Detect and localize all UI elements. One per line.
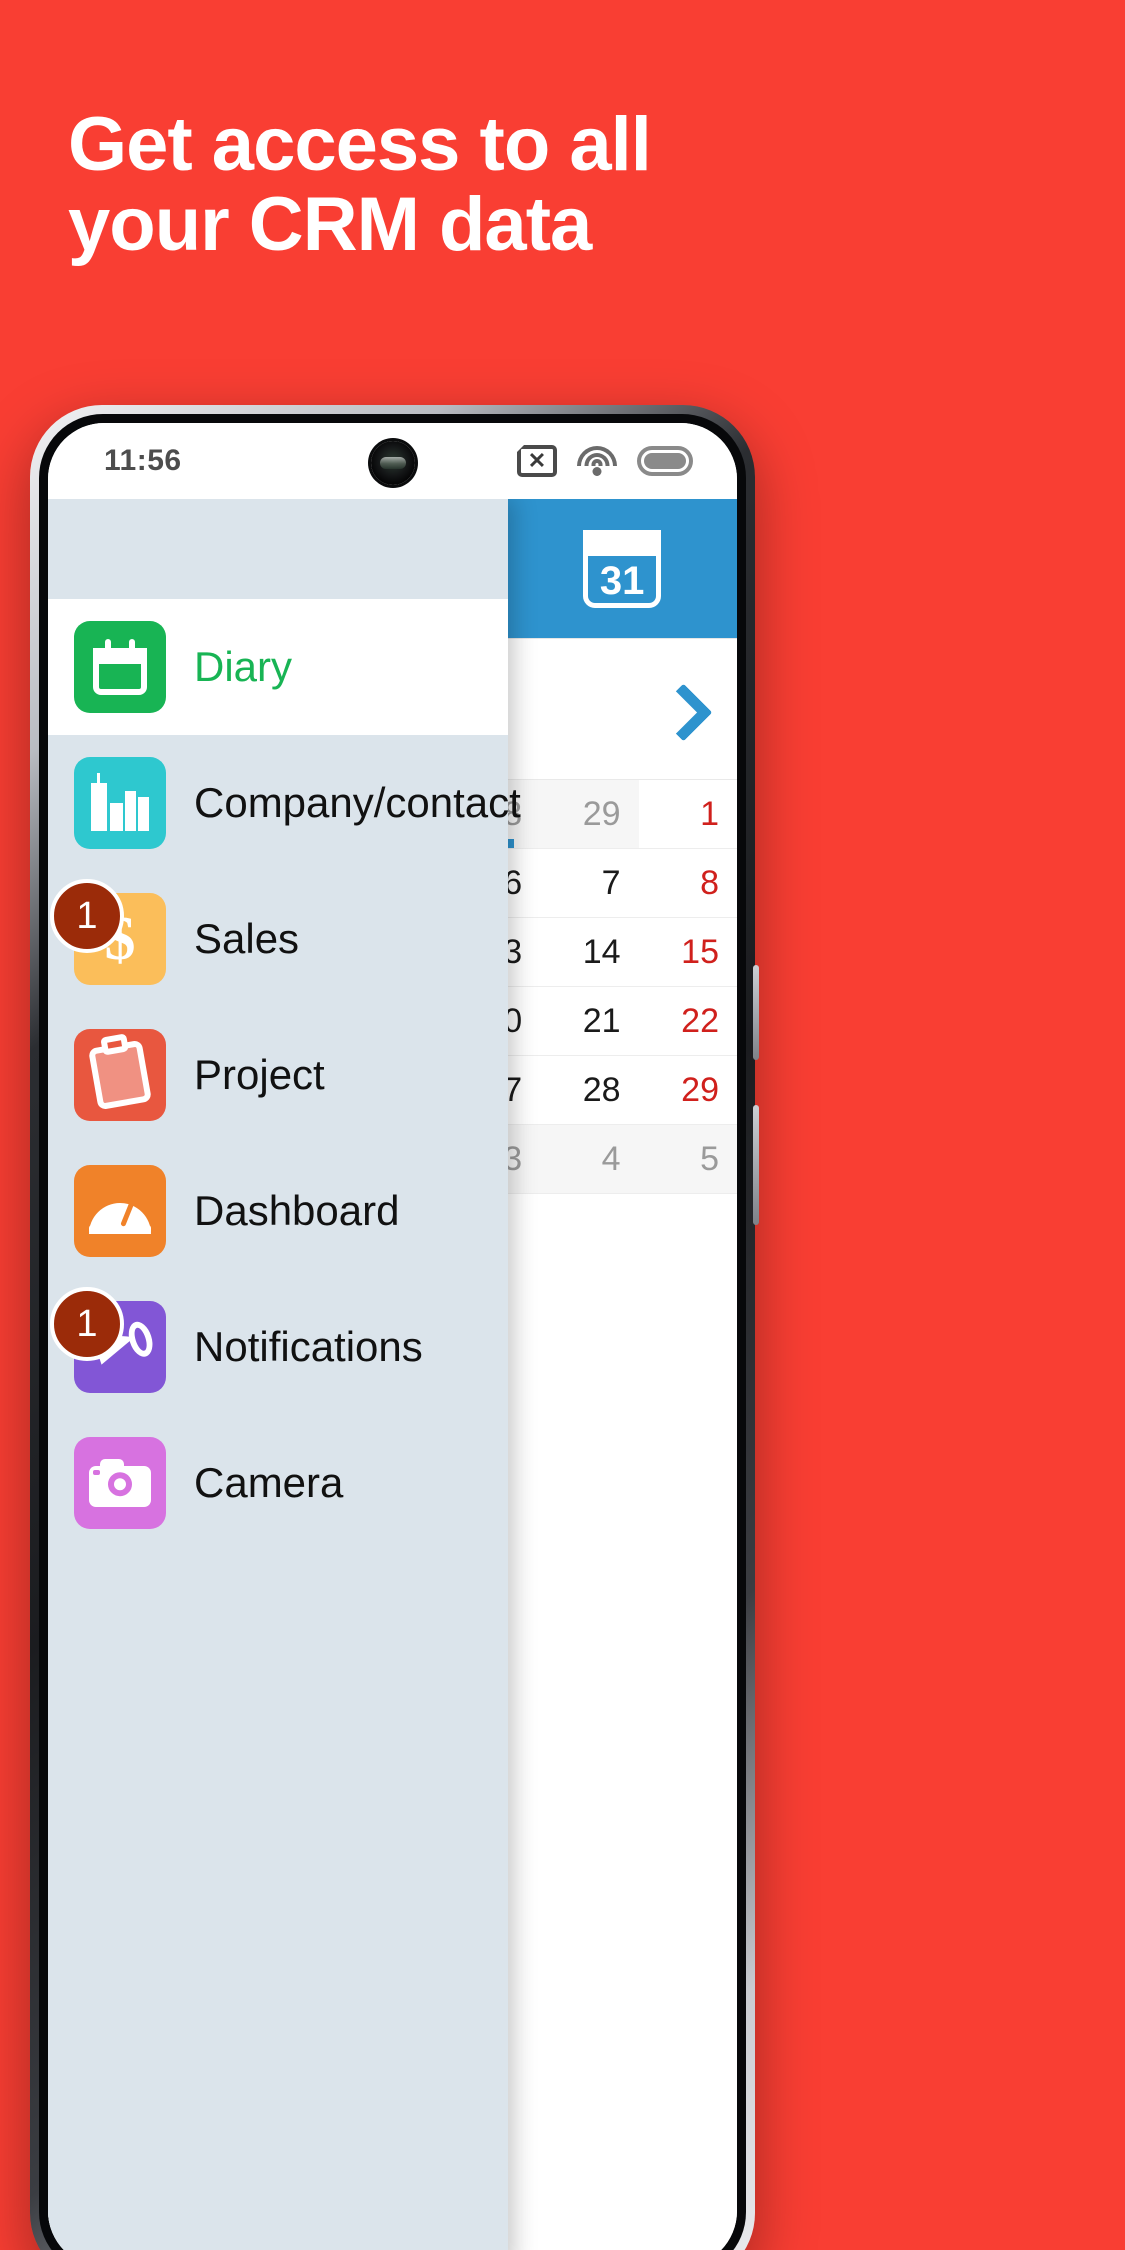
- status-time: 11:56: [104, 444, 182, 477]
- calendar-cell[interactable]: 29: [540, 780, 639, 849]
- clipboard-glyph-icon: [88, 1033, 152, 1111]
- power-button[interactable]: [753, 1105, 759, 1225]
- chevron-right-icon[interactable]: [657, 686, 703, 732]
- phone-bezel: 11:56 ✕ 31 29 1 6 7 8 14 15 21 22 28 29 …: [39, 414, 746, 2250]
- calendar-glyph-icon: [93, 639, 147, 695]
- speedometer-glyph-icon: [89, 1188, 151, 1234]
- front-camera-icon: [370, 441, 415, 485]
- calendar-cell[interactable]: 1: [638, 780, 737, 849]
- drawer-header-spacer: [48, 499, 508, 599]
- tab-month-label: 31: [599, 558, 645, 603]
- megaphone-icon: 1: [50, 1287, 166, 1393]
- drawer-item-label: Notifications: [194, 1323, 423, 1370]
- camera-icon: [74, 1437, 166, 1529]
- drawer-item-diary[interactable]: Diary: [48, 599, 508, 735]
- drawer-item-dashboard[interactable]: Dashboard: [48, 1143, 508, 1279]
- drawer-item-project[interactable]: Project: [48, 1007, 508, 1143]
- status-bar: 11:56 ✕: [48, 423, 737, 499]
- phone-screen: 11:56 ✕ 31 29 1 6 7 8 14 15 21 22 28 29 …: [48, 423, 737, 2250]
- promo-headline: Get access to all your CRM data: [68, 105, 968, 265]
- calendar-cell[interactable]: 8: [638, 849, 737, 918]
- calendar-cell[interactable]: 21: [540, 987, 639, 1056]
- calendar-cell[interactable]: 14: [540, 918, 639, 987]
- drawer-item-label: Company/contact: [194, 779, 521, 826]
- clipboard-icon: [74, 1029, 166, 1121]
- drawer-item-sales[interactable]: $1 Sales: [48, 871, 508, 1007]
- drawer-item-label: Sales: [194, 915, 300, 962]
- calendar-cell[interactable]: 22: [638, 987, 737, 1056]
- drawer-item-list: Diary Company/contact $1 Sales Project Dashbo…: [48, 599, 521, 1551]
- volume-button[interactable]: [753, 965, 759, 1060]
- calendar-cell[interactable]: 28: [540, 1056, 639, 1125]
- speedometer-icon: [74, 1165, 166, 1257]
- calendar-cell[interactable]: 7: [540, 849, 639, 918]
- buildings-icon: [74, 757, 166, 849]
- calendar-31-icon: 31: [583, 529, 662, 608]
- notification-badge: 1: [50, 879, 124, 953]
- dollar-icon: $1: [50, 879, 166, 985]
- notification-badge: 1: [50, 1287, 124, 1361]
- drawer-item-notifications[interactable]: 1 Notifications: [48, 1279, 508, 1415]
- phone-mockup: 11:56 ✕ 31 29 1 6 7 8 14 15 21 22 28 29 …: [30, 405, 759, 2250]
- calendar-cell[interactable]: 4: [540, 1125, 639, 1194]
- drawer-item-label: Camera: [194, 1459, 344, 1506]
- calendar-icon: [74, 621, 166, 713]
- drawer-item-label: Dashboard: [194, 1187, 400, 1234]
- drawer-item-label: Diary: [194, 643, 293, 690]
- wifi-icon: [577, 446, 617, 476]
- buildings-glyph-icon: [91, 773, 149, 831]
- camera-glyph-icon: [89, 1459, 151, 1507]
- drawer-item-company-contact[interactable]: Company/contact: [48, 735, 521, 871]
- drawer-item-label: Project: [194, 1051, 325, 1098]
- drawer-item-camera[interactable]: Camera: [48, 1415, 508, 1551]
- status-icon-group: ✕: [516, 444, 693, 477]
- calendar-cell[interactable]: 5: [638, 1125, 737, 1194]
- calendar-cell[interactable]: 15: [638, 918, 737, 987]
- headline-line-2: your CRM data: [68, 181, 592, 267]
- tab-month-view[interactable]: 31: [507, 499, 737, 638]
- sim-card-off-icon: ✕: [516, 444, 557, 477]
- calendar-cell[interactable]: 29: [638, 1056, 737, 1125]
- headline-line-1: Get access to all: [68, 102, 652, 187]
- navigation-drawer: Diary Company/contact $1 Sales Project Dashbo…: [48, 499, 521, 2250]
- battery-icon: [637, 446, 693, 476]
